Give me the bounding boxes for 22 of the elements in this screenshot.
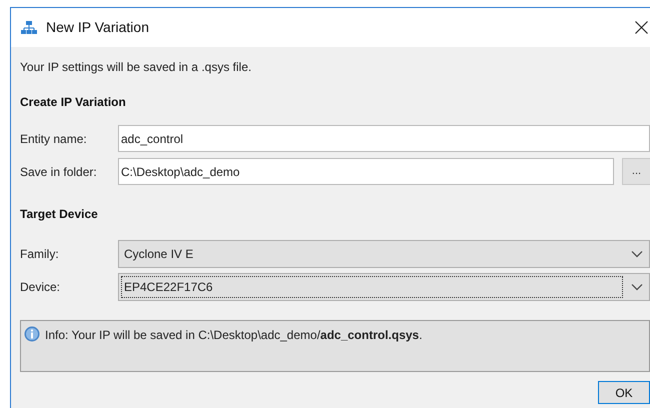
field-label: Entity name: [20,130,88,148]
entity-name-field[interactable]: adc_control [118,125,650,152]
field-label: Family: [20,246,60,263]
close-icon[interactable] [635,21,648,34]
section-heading: Target Device [20,206,99,223]
window-title: New IP Variation [46,18,149,37]
chevron-down-icon [631,250,643,258]
intro-text: Your IP settings will be saved in a .qsys file. [20,59,252,76]
browse-button[interactable]: ... [622,158,650,185]
chevron-down-icon [631,283,643,291]
dropdown[interactable]: Cyclone IV E [118,240,650,268]
dropdown[interactable]: EP4CE22F17C6 [118,273,650,301]
folder-field[interactable]: C:\Desktop\adc_demo [118,158,614,185]
network-icon [21,20,37,34]
ok-button[interactable]: OK [598,381,650,404]
section-heading: Create IP Variation [20,94,127,111]
dropdown-value: Cyclone IV E [123,246,194,263]
info-text: Info: Your IP will be saved in C:\Desktop\adc_demo/adc_control.qsys. [45,327,422,344]
field-label: Save in folder: [20,164,98,180]
field-label: Device: [20,279,62,296]
info-icon [24,326,40,342]
dropdown-value: EP4CE22F17C6 [121,276,623,298]
